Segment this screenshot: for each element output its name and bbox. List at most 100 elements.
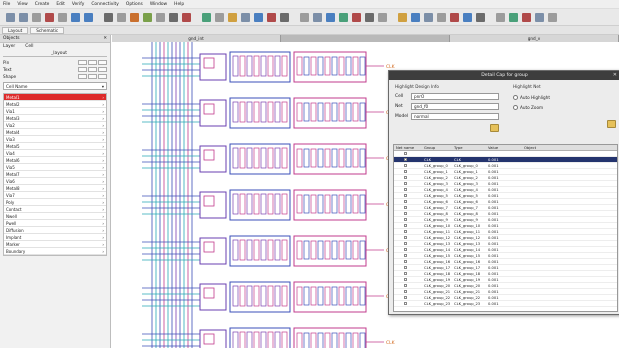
toolbar-button[interactable] xyxy=(313,12,322,22)
list-item[interactable]: Marker › xyxy=(4,241,106,248)
menu-item[interactable]: Help xyxy=(174,2,184,7)
checkbox-icon[interactable] xyxy=(404,247,407,251)
toolbar-button[interactable] xyxy=(19,12,28,22)
checkbox-icon[interactable] xyxy=(404,259,407,263)
list-item[interactable]: Metal6 › xyxy=(4,157,106,164)
checkbox-icon[interactable] xyxy=(404,187,407,191)
list-item[interactable]: Boundary › xyxy=(4,248,106,255)
toolbar-button[interactable] xyxy=(45,12,54,22)
toolbar-button[interactable] xyxy=(509,12,518,22)
col-type[interactable]: Type xyxy=(454,146,488,150)
object-row[interactable]: Pin xyxy=(0,59,110,66)
tab-layout[interactable]: Layout xyxy=(2,26,29,34)
toolbar-button[interactable] xyxy=(300,12,309,22)
table-row[interactable]: CLK_group_23 CLK_group_23 0.001 xyxy=(394,301,617,307)
list-item[interactable]: Metal3 › xyxy=(4,115,106,122)
list-item[interactable]: Poly › xyxy=(4,199,106,206)
toolbar-button[interactable] xyxy=(326,12,335,22)
menu-item[interactable]: Options xyxy=(126,2,143,7)
toolbar-button[interactable] xyxy=(463,12,472,22)
checkbox-icon[interactable] xyxy=(404,175,407,179)
checkbox-icon[interactable] xyxy=(404,229,407,233)
list-item[interactable]: Via5 › xyxy=(4,164,106,171)
canvas-tab-gnd-int[interactable]: gnd_int xyxy=(112,35,281,42)
checkbox-icon[interactable] xyxy=(404,283,407,287)
visible-toggle[interactable] xyxy=(78,74,87,79)
toolbar-button[interactable] xyxy=(398,12,407,22)
list-item[interactable]: Metal2 › xyxy=(4,101,106,108)
select-toggle[interactable] xyxy=(88,74,97,79)
menu-item[interactable]: File xyxy=(3,2,10,7)
cell-name-select[interactable]: Cell Name ▾ xyxy=(3,82,107,90)
model-input[interactable]: normal xyxy=(411,113,499,120)
toolbar-button[interactable] xyxy=(280,12,289,22)
checkbox-icon[interactable] xyxy=(404,277,407,281)
cell-tab[interactable]: Cell xyxy=(25,44,33,49)
toolbar-button[interactable] xyxy=(496,12,505,22)
checkbox-icon[interactable] xyxy=(404,253,407,257)
auto-highlight-radio[interactable]: Auto Highlight xyxy=(513,95,550,100)
toolbar-button[interactable] xyxy=(437,12,446,22)
toolbar-button[interactable] xyxy=(411,12,420,22)
toolbar-button[interactable] xyxy=(352,12,361,22)
toolbar-button[interactable] xyxy=(32,12,41,22)
checkbox-icon[interactable] xyxy=(404,193,407,197)
toolbar-button[interactable] xyxy=(424,12,433,22)
menu-item[interactable]: Connectivity xyxy=(91,2,119,7)
panel-close-icon[interactable]: ✕ xyxy=(103,36,107,41)
checkbox-icon[interactable] xyxy=(404,301,407,305)
list-item[interactable]: Diffusion › xyxy=(4,227,106,234)
layer-tab[interactable]: Layer xyxy=(3,44,15,49)
list-item[interactable]: Metal8 › xyxy=(4,185,106,192)
toolbar-button[interactable] xyxy=(535,12,544,22)
toolbar-button[interactable] xyxy=(117,12,126,22)
list-item[interactable]: Implant › xyxy=(4,234,106,241)
col-value[interactable]: Value xyxy=(488,146,524,150)
visible-toggle[interactable] xyxy=(78,60,87,65)
object-row[interactable]: Text xyxy=(0,66,110,73)
toolbar-button[interactable] xyxy=(450,12,459,22)
toolbar-button[interactable] xyxy=(169,12,178,22)
toolbar-button[interactable] xyxy=(241,12,250,22)
toolbar-button[interactable] xyxy=(365,12,374,22)
checkbox-icon[interactable] xyxy=(404,241,407,245)
checkbox-icon[interactable] xyxy=(404,265,407,269)
object-row[interactable]: Shape xyxy=(0,73,110,80)
toolbar-button[interactable] xyxy=(254,12,263,22)
close-icon[interactable]: ✕ xyxy=(613,72,617,78)
checkbox-icon[interactable] xyxy=(404,181,407,185)
select-toggle[interactable] xyxy=(88,67,97,72)
list-item[interactable]: Via2 › xyxy=(4,122,106,129)
visible-toggle[interactable] xyxy=(78,67,87,72)
checkbox-icon[interactable] xyxy=(404,157,407,161)
toolbar-button[interactable] xyxy=(228,12,237,22)
browse-button[interactable] xyxy=(490,124,499,132)
toolbar-button[interactable] xyxy=(58,12,67,22)
col-object[interactable]: Object xyxy=(524,146,617,150)
toolbar-button[interactable] xyxy=(6,12,15,22)
auto-zoom-radio[interactable]: Auto Zoom xyxy=(513,105,543,110)
lock-toggle[interactable] xyxy=(98,74,107,79)
checkbox-icon[interactable] xyxy=(404,163,407,167)
canvas-tab-active[interactable] xyxy=(281,35,450,42)
list-item[interactable]: Nwell › xyxy=(4,213,106,220)
list-item[interactable]: Pwell › xyxy=(4,220,106,227)
toolbar-button[interactable] xyxy=(202,12,211,22)
checkbox-icon[interactable] xyxy=(404,211,407,215)
toolbar-button[interactable] xyxy=(104,12,113,22)
menu-item[interactable]: Create xyxy=(35,2,50,7)
list-item[interactable]: Via7 › xyxy=(4,192,106,199)
menu-item[interactable]: View xyxy=(17,2,27,7)
apply-button[interactable] xyxy=(607,120,616,128)
checkbox-icon[interactable] xyxy=(404,151,407,155)
toolbar-button[interactable] xyxy=(378,12,387,22)
toolbar-button[interactable] xyxy=(339,12,348,22)
col-net-name[interactable]: Net name xyxy=(394,146,424,150)
checkbox-icon[interactable] xyxy=(404,235,407,239)
checkbox-icon[interactable] xyxy=(404,295,407,299)
toolbar-button[interactable] xyxy=(476,12,485,22)
checkbox-icon[interactable] xyxy=(404,271,407,275)
toolbar-button[interactable] xyxy=(182,12,191,22)
list-item[interactable]: Metal7 › xyxy=(4,171,106,178)
checkbox-icon[interactable] xyxy=(404,223,407,227)
